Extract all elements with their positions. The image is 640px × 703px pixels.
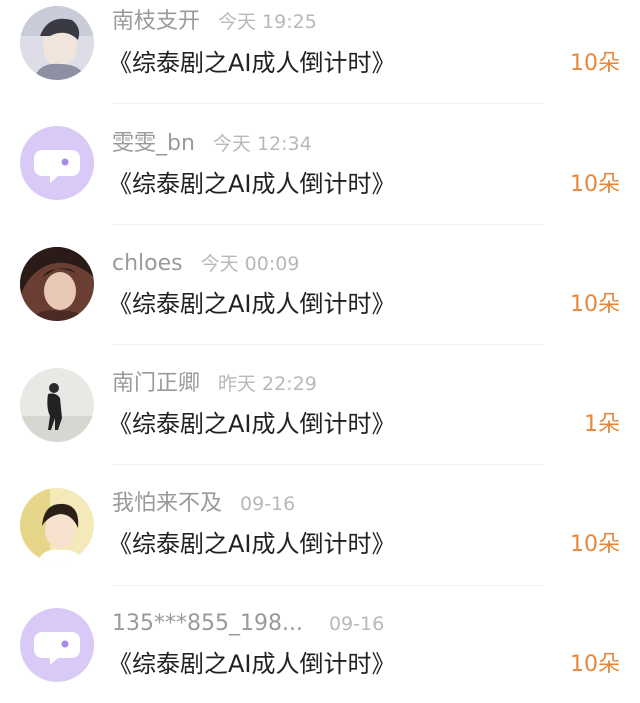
book-title[interactable]: 《综泰剧之AI成人倒计时》 xyxy=(108,526,396,562)
list-item[interactable]: 雯雯_bn 今天 12:34 《综泰剧之AI成人倒计时》 10朵 xyxy=(0,120,640,240)
item-meta: chloes 今天 00:09 xyxy=(112,248,299,280)
timestamp: 今天 19:25 xyxy=(218,11,317,33)
list-item[interactable]: 135***855_198... 09-16 《综泰剧之AI成人倒计时》 10朵 xyxy=(0,600,640,703)
user-name[interactable]: 南门正卿 xyxy=(112,371,200,396)
timestamp: 今天 00:09 xyxy=(200,253,300,275)
divider xyxy=(112,103,544,104)
item-meta: 我怕来不及 09-16 xyxy=(112,488,295,520)
timestamp: 昨天 22:29 xyxy=(218,373,317,395)
photo-portrait-avatar-icon xyxy=(20,6,94,80)
list-item[interactable]: 南门正卿 昨天 22:29 《综泰剧之AI成人倒计时》 1朵 xyxy=(0,360,640,480)
user-avatar[interactable] xyxy=(20,126,94,200)
user-avatar[interactable] xyxy=(20,6,94,80)
book-title[interactable]: 《综泰剧之AI成人倒计时》 xyxy=(108,406,396,442)
user-name[interactable]: 雯雯_bn xyxy=(112,131,195,156)
default-chat-avatar-icon xyxy=(20,126,94,200)
user-avatar[interactable] xyxy=(20,608,94,682)
list-item[interactable]: 南枝支开 今天 19:25 《综泰剧之AI成人倒计时》 10朵 xyxy=(0,0,640,120)
flower-count: 10朵 xyxy=(570,292,620,317)
default-chat-avatar-icon xyxy=(20,608,94,682)
gift-record-list: 南枝支开 今天 19:25 《综泰剧之AI成人倒计时》 10朵 雯雯_bn 今天 1… xyxy=(0,0,640,703)
book-title[interactable]: 《综泰剧之AI成人倒计时》 xyxy=(108,166,396,202)
item-meta: 雯雯_bn 今天 12:34 xyxy=(112,128,312,160)
user-avatar[interactable] xyxy=(20,368,94,442)
divider xyxy=(112,464,544,465)
photo-portrait-avatar-icon xyxy=(20,488,94,562)
list-item[interactable]: chloes 今天 00:09 《综泰剧之AI成人倒计时》 10朵 xyxy=(0,240,640,360)
flower-count: 10朵 xyxy=(570,532,620,557)
user-name[interactable]: 135***855_198... xyxy=(112,611,303,636)
item-meta: 南门正卿 昨天 22:29 xyxy=(112,368,317,400)
divider xyxy=(112,585,544,586)
flower-count: 10朵 xyxy=(570,652,620,677)
photo-portrait-avatar-icon xyxy=(20,247,94,321)
photo-silhouette-avatar-icon xyxy=(20,368,94,442)
flower-count: 10朵 xyxy=(570,172,620,197)
divider xyxy=(112,224,544,225)
user-name[interactable]: 我怕来不及 xyxy=(112,491,222,516)
list-item[interactable]: 我怕来不及 09-16 《综泰剧之AI成人倒计时》 10朵 xyxy=(0,480,640,600)
flower-count: 1朵 xyxy=(584,412,620,437)
user-avatar[interactable] xyxy=(20,247,94,321)
timestamp: 09-16 xyxy=(240,493,296,515)
timestamp: 今天 12:34 xyxy=(212,133,312,155)
timestamp: 09-16 xyxy=(328,613,385,635)
book-title[interactable]: 《综泰剧之AI成人倒计时》 xyxy=(108,646,396,682)
divider xyxy=(112,344,544,345)
book-title[interactable]: 《综泰剧之AI成人倒计时》 xyxy=(108,286,396,322)
item-meta: 135***855_198... 09-16 xyxy=(112,608,384,640)
book-title[interactable]: 《综泰剧之AI成人倒计时》 xyxy=(108,45,396,81)
item-meta: 南枝支开 今天 19:25 xyxy=(112,6,317,38)
user-avatar[interactable] xyxy=(20,488,94,562)
flower-count: 10朵 xyxy=(570,51,620,76)
user-name[interactable]: 南枝支开 xyxy=(112,9,200,34)
user-name[interactable]: chloes xyxy=(112,251,183,276)
